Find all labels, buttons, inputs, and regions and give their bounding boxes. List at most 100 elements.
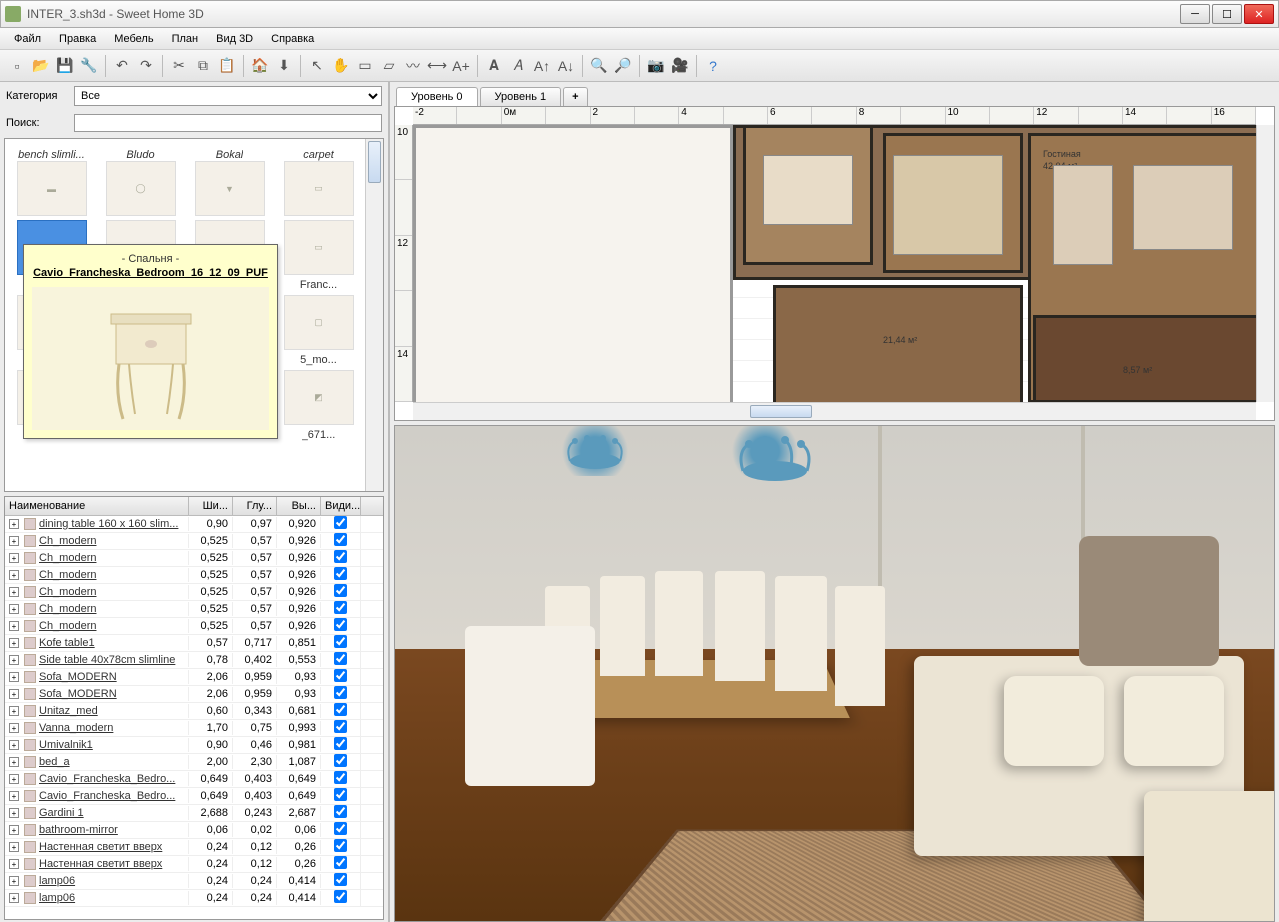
text-decrease-icon[interactable]: A↓ xyxy=(555,55,577,77)
tree-toggle-icon[interactable]: + xyxy=(9,808,19,818)
tree-toggle-icon[interactable]: + xyxy=(9,791,19,801)
col-width[interactable]: Ши... xyxy=(189,497,233,515)
furniture-row[interactable]: +Настенная светит вверх0,240,120,26 xyxy=(5,856,383,873)
zoom-in-icon[interactable]: 🔍 xyxy=(588,55,610,77)
furniture-row[interactable]: +Ch_modern0,5250,570,926 xyxy=(5,618,383,635)
tree-toggle-icon[interactable]: + xyxy=(9,689,19,699)
catalog-item[interactable]: ▢5_mo... xyxy=(278,295,359,366)
plan-scroll-v[interactable] xyxy=(1256,125,1274,402)
tree-toggle-icon[interactable]: + xyxy=(9,740,19,750)
text-icon[interactable]: A+ xyxy=(450,55,472,77)
plan-view[interactable]: -20м246810121416 101214 14,87 м² 21,44 м… xyxy=(394,106,1275,421)
pan-icon[interactable]: ✋ xyxy=(330,55,352,77)
tree-toggle-icon[interactable]: + xyxy=(9,519,19,529)
visible-checkbox[interactable] xyxy=(334,652,347,665)
maximize-button[interactable]: ☐ xyxy=(1212,4,1242,24)
tab-level0[interactable]: Уровень 0 xyxy=(396,87,478,106)
tree-toggle-icon[interactable]: + xyxy=(9,536,19,546)
tree-toggle-icon[interactable]: + xyxy=(9,893,19,903)
tab-level1[interactable]: Уровень 1 xyxy=(480,87,562,106)
paste-icon[interactable]: 📋 xyxy=(216,55,238,77)
tree-toggle-icon[interactable]: + xyxy=(9,842,19,852)
furniture-list-body[interactable]: +dining table 160 x 160 slim...0,900,970… xyxy=(5,516,383,919)
visible-checkbox[interactable] xyxy=(334,856,347,869)
visible-checkbox[interactable] xyxy=(334,686,347,699)
visible-checkbox[interactable] xyxy=(334,516,347,529)
furniture-row[interactable]: +Side table 40x78cm slimline0,780,4020,5… xyxy=(5,652,383,669)
text-bold-icon[interactable]: 𝐀 xyxy=(483,55,505,77)
redo-icon[interactable]: ↷ xyxy=(135,55,157,77)
visible-checkbox[interactable] xyxy=(334,601,347,614)
menu-view3d[interactable]: Вид 3D xyxy=(208,30,261,48)
visible-checkbox[interactable] xyxy=(334,788,347,801)
view-3d[interactable]: ▲ ▼ ◀ ▶ xyxy=(394,425,1275,922)
save-icon[interactable]: 💾 xyxy=(54,55,76,77)
menu-help[interactable]: Справка xyxy=(263,30,322,48)
dimension-icon[interactable]: ⟷ xyxy=(426,55,448,77)
tab-add[interactable]: + xyxy=(563,87,587,106)
furniture-row[interactable]: +Sofa_MODERN2,060,9590,93 xyxy=(5,686,383,703)
furniture-row[interactable]: +Ch_modern0,5250,570,926 xyxy=(5,601,383,618)
visible-checkbox[interactable] xyxy=(334,720,347,733)
furniture-row[interactable]: +Sofa_MODERN2,060,9590,93 xyxy=(5,669,383,686)
catalog-item[interactable]: Bokal▼ xyxy=(189,145,270,216)
tree-toggle-icon[interactable]: + xyxy=(9,876,19,886)
tree-toggle-icon[interactable]: + xyxy=(9,859,19,869)
furniture-row[interactable]: +bathroom-mirror0,060,020,06 xyxy=(5,822,383,839)
furniture-row[interactable]: +Ch_modern0,5250,570,926 xyxy=(5,567,383,584)
tree-toggle-icon[interactable]: + xyxy=(9,706,19,716)
furniture-row[interactable]: +Настенная светит вверх0,240,120,26 xyxy=(5,839,383,856)
furniture-row[interactable]: +lamp060,240,240,414 xyxy=(5,873,383,890)
visible-checkbox[interactable] xyxy=(334,669,347,682)
add-furniture-icon[interactable]: 🏠 xyxy=(249,55,271,77)
tree-toggle-icon[interactable]: + xyxy=(9,553,19,563)
tree-toggle-icon[interactable]: + xyxy=(9,587,19,597)
text-increase-icon[interactable]: A↑ xyxy=(531,55,553,77)
tree-toggle-icon[interactable]: + xyxy=(9,757,19,767)
furniture-row[interactable]: +Umivalnik10,900,460,981 xyxy=(5,737,383,754)
room-icon[interactable]: ▱ xyxy=(378,55,400,77)
visible-checkbox[interactable] xyxy=(334,635,347,648)
plan-canvas[interactable]: 14,87 м² 21,44 м² 8,57 м² Гостиная 42,04… xyxy=(413,125,1256,402)
zoom-out-icon[interactable]: 🔎 xyxy=(612,55,634,77)
category-select[interactable]: Все xyxy=(74,86,382,106)
col-depth[interactable]: Глу... xyxy=(233,497,277,515)
furniture-row[interactable]: +Gardini 12,6880,2432,687 xyxy=(5,805,383,822)
polyline-icon[interactable]: 〰 xyxy=(402,55,424,77)
visible-checkbox[interactable] xyxy=(334,873,347,886)
menu-furniture[interactable]: Мебель xyxy=(106,30,161,48)
visible-checkbox[interactable] xyxy=(334,550,347,563)
catalog-item[interactable]: carpet▭ xyxy=(278,145,359,216)
tree-toggle-icon[interactable]: + xyxy=(9,774,19,784)
open-icon[interactable]: 📂 xyxy=(30,55,52,77)
undo-icon[interactable]: ↶ xyxy=(111,55,133,77)
import-icon[interactable]: ⬇ xyxy=(273,55,295,77)
visible-checkbox[interactable] xyxy=(334,703,347,716)
menu-plan[interactable]: План xyxy=(164,30,207,48)
cut-icon[interactable]: ✂ xyxy=(168,55,190,77)
visible-checkbox[interactable] xyxy=(334,890,347,903)
furniture-row[interactable]: +Ch_modern0,5250,570,926 xyxy=(5,533,383,550)
furniture-row[interactable]: +lamp060,240,240,414 xyxy=(5,890,383,907)
photo-icon[interactable]: 📷 xyxy=(645,55,667,77)
tree-toggle-icon[interactable]: + xyxy=(9,672,19,682)
search-input[interactable] xyxy=(74,114,382,132)
wall-icon[interactable]: ▭ xyxy=(354,55,376,77)
visible-checkbox[interactable] xyxy=(334,805,347,818)
visible-checkbox[interactable] xyxy=(334,533,347,546)
furniture-row[interactable]: +Ch_modern0,5250,570,926 xyxy=(5,550,383,567)
col-height[interactable]: Вы... xyxy=(277,497,321,515)
minimize-button[interactable]: ─ xyxy=(1180,4,1210,24)
furniture-row[interactable]: +dining table 160 x 160 slim...0,900,970… xyxy=(5,516,383,533)
col-visible[interactable]: Види... xyxy=(321,497,361,515)
furniture-row[interactable]: +bed_a2,002,301,087 xyxy=(5,754,383,771)
catalog-scrollbar[interactable] xyxy=(365,139,383,491)
close-button[interactable]: ✕ xyxy=(1244,4,1274,24)
tree-toggle-icon[interactable]: + xyxy=(9,655,19,665)
catalog-item[interactable]: ◩_671... xyxy=(278,370,359,441)
visible-checkbox[interactable] xyxy=(334,822,347,835)
help-icon[interactable]: ? xyxy=(702,55,724,77)
text-italic-icon[interactable]: 𝐴 xyxy=(507,55,529,77)
visible-checkbox[interactable] xyxy=(334,754,347,767)
menu-file[interactable]: Файл xyxy=(6,30,49,48)
